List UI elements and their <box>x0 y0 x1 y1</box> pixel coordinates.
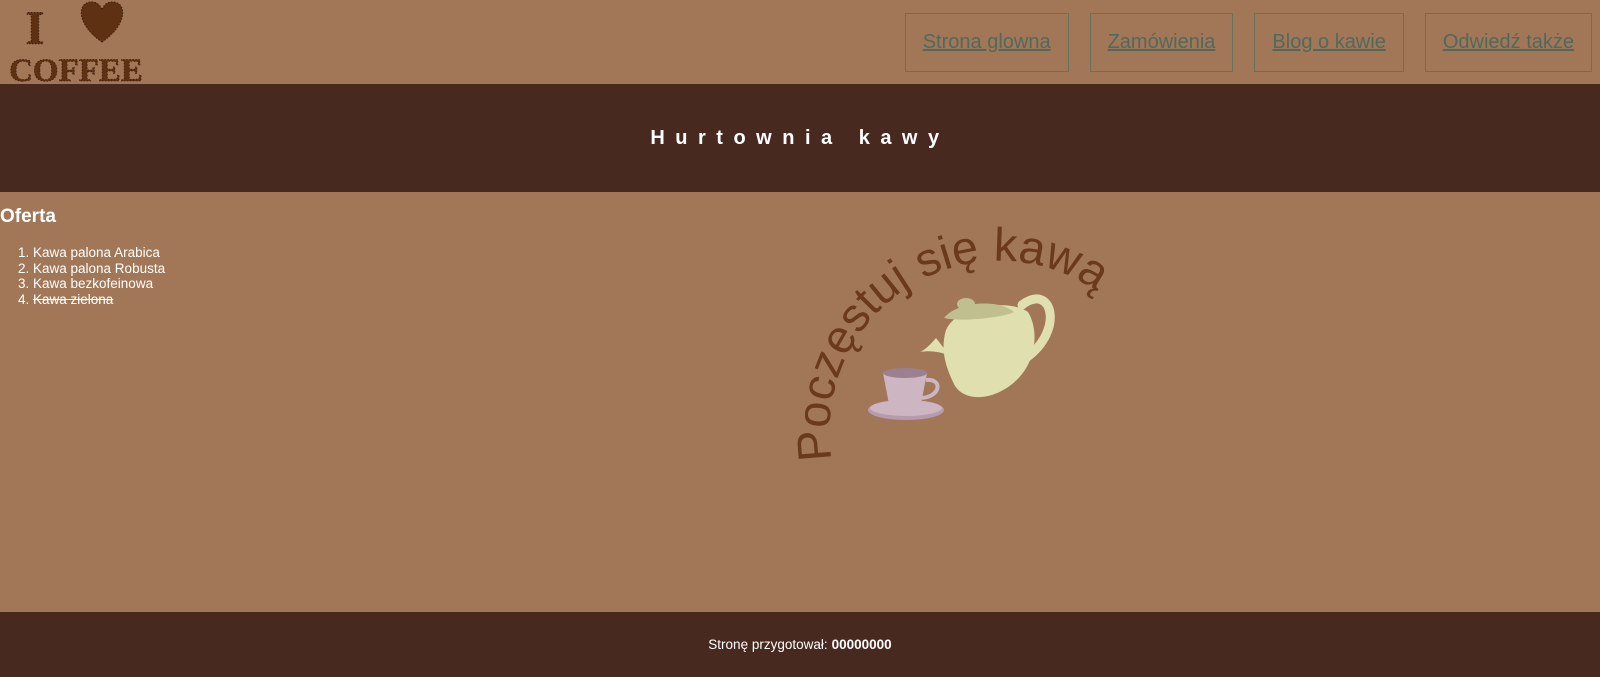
header: I COFFEE Strona glowna Zamówienia Blog o… <box>0 0 1600 84</box>
offer-list: Kawa palona Arabica Kawa palona Robusta … <box>0 245 165 307</box>
footer-author: 00000000 <box>831 637 892 652</box>
teapot-icon <box>920 294 1055 398</box>
nav-home-link[interactable]: Strona glowna <box>904 13 1069 72</box>
coffee-logo[interactable]: I COFFEE <box>0 0 155 84</box>
nav-blog-link[interactable]: Blog o kawie <box>1254 13 1404 72</box>
coffee-illustration: Poczęstuj się kawą <box>786 218 1120 464</box>
footer: Stronę przygotował: 00000000 <box>0 612 1600 677</box>
page-title: Hurtownia kawy <box>650 126 950 149</box>
offer-heading: Oferta <box>0 206 56 227</box>
list-item: Kawa palona Arabica <box>33 245 165 261</box>
nav-orders-link[interactable]: Zamówienia <box>1089 13 1234 72</box>
list-item-label: Kawa zielona <box>33 291 114 307</box>
banner: Hurtownia kawy <box>0 84 1600 192</box>
list-item: Kawa palona Robusta <box>33 261 165 277</box>
logo-word-coffee: COFFEE <box>9 53 143 84</box>
list-item: Kawa bezkofeinowa <box>33 276 165 292</box>
heart-icon <box>80 1 124 43</box>
nav-visit-link[interactable]: Odwiedź także <box>1424 13 1592 72</box>
offer-section: Oferta Kawa palona Arabica Kawa palona R… <box>0 206 165 307</box>
main-nav: Strona glowna Zamówienia Blog o kawie Od… <box>904 13 1592 72</box>
logo-letter-i: I <box>26 2 45 55</box>
list-item-struck: Kawa zielona <box>33 292 165 308</box>
footer-prefix: Stronę przygotował: <box>708 637 828 652</box>
cup-icon <box>868 368 944 420</box>
